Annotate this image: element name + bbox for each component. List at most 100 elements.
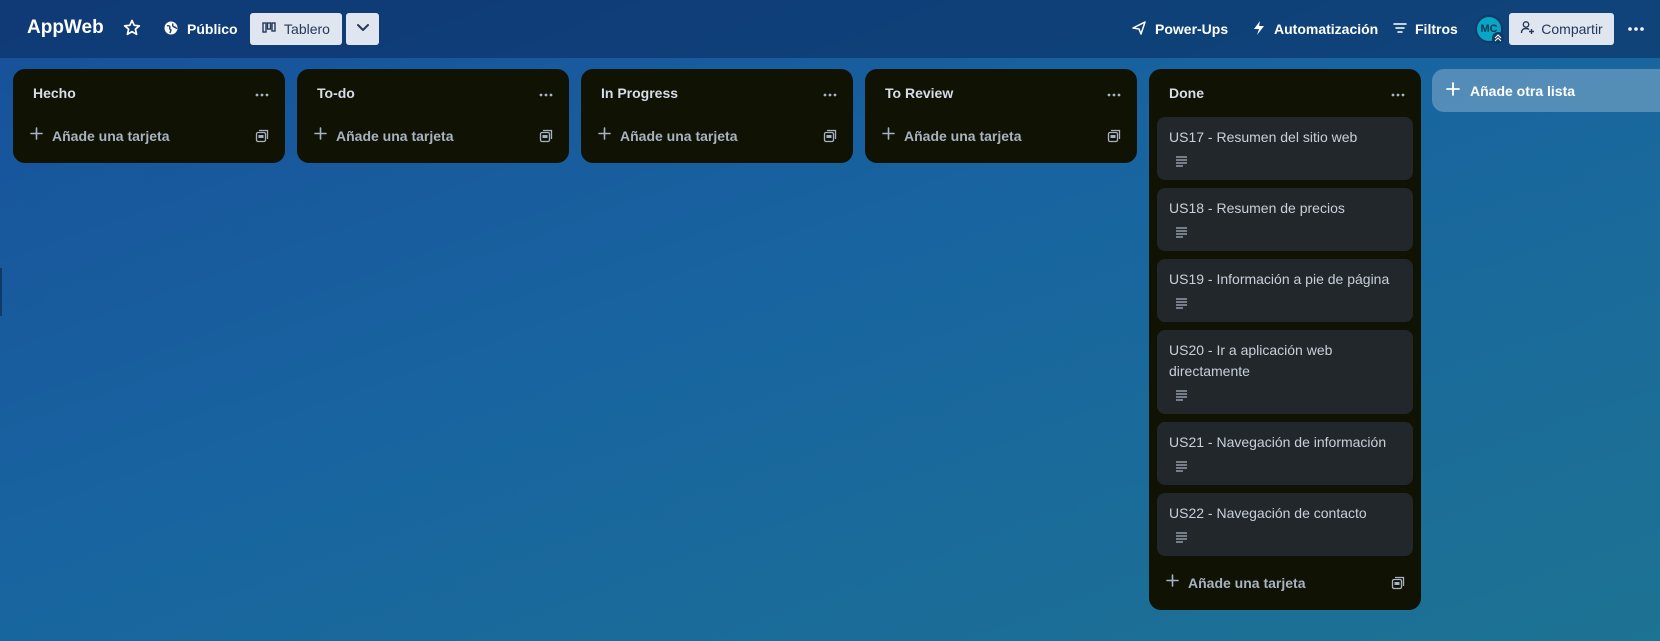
card-title: US21 - Navegación de información: [1169, 434, 1387, 450]
description-icon: [1175, 530, 1188, 547]
description-icon: [1175, 296, 1188, 313]
list-menu-button[interactable]: [1387, 82, 1409, 104]
list-header: To-do: [297, 69, 569, 117]
board-title[interactable]: AppWeb: [27, 17, 104, 39]
board-menu-button[interactable]: [1622, 14, 1650, 42]
lightning-icon: [1252, 20, 1266, 39]
board-icon: [262, 21, 276, 38]
description-icon: [1175, 459, 1188, 476]
scroll-edge: [0, 268, 2, 316]
admin-badge-icon: [1492, 32, 1504, 44]
card-badges: [1169, 459, 1401, 475]
card-badges: [1169, 388, 1401, 404]
card-title: US20 - Ir a aplicación web directamente: [1169, 342, 1333, 379]
list-hecho: Hecho Añade una tarjeta: [13, 69, 285, 163]
card-title: US17 - Resumen del sitio web: [1169, 129, 1358, 145]
plus-icon: [598, 127, 611, 145]
description-icon: [1175, 225, 1188, 242]
add-card-row: Añade una tarjeta: [1149, 564, 1421, 602]
board-view-button[interactable]: Tablero: [250, 13, 342, 45]
board-header: AppWeb Público Tablero Power-Ups Automat…: [0, 0, 1660, 58]
add-card-label: Añade una tarjeta: [336, 128, 454, 144]
share-button[interactable]: Compartir: [1509, 13, 1614, 45]
card-template-icon[interactable]: [253, 127, 271, 145]
list-menu-button[interactable]: [535, 82, 557, 104]
card-badges: [1169, 154, 1401, 170]
add-card-button[interactable]: Añade una tarjeta: [882, 127, 1021, 145]
add-card-row: Añade una tarjeta: [865, 117, 1137, 155]
plus-icon: [1166, 574, 1179, 592]
card[interactable]: US19 - Información a pie de página: [1157, 259, 1413, 322]
plus-icon: [30, 127, 43, 145]
add-list-label: Añade otra lista: [1470, 82, 1576, 99]
plus-icon: [882, 127, 895, 145]
list-title[interactable]: Hecho: [33, 85, 76, 101]
list-title[interactable]: To Review: [885, 85, 953, 101]
plus-icon: [314, 127, 327, 145]
add-card-row: Añade una tarjeta: [297, 117, 569, 155]
more-icon: [1107, 84, 1121, 102]
card-template-icon[interactable]: [537, 127, 555, 145]
description-icon: [1175, 154, 1188, 171]
add-card-button[interactable]: Añade una tarjeta: [314, 127, 453, 145]
list-menu-button[interactable]: [819, 82, 841, 104]
card-template-icon[interactable]: [1389, 574, 1407, 592]
automation-button[interactable]: Automatización: [1252, 17, 1378, 41]
list-in-progress: In Progress Añade una tarjeta: [581, 69, 853, 163]
filters-button[interactable]: Filtros: [1393, 17, 1458, 41]
card[interactable]: US21 - Navegación de información: [1157, 422, 1413, 485]
list-title[interactable]: In Progress: [601, 85, 678, 101]
rocket-icon: [1131, 20, 1147, 39]
visibility-button[interactable]: Público: [163, 17, 238, 41]
list-menu-button[interactable]: [1103, 82, 1125, 104]
add-card-label: Añade una tarjeta: [1188, 575, 1306, 591]
card-list: US17 - Resumen del sitio web US18 - Resum…: [1149, 117, 1421, 556]
card-template-icon[interactable]: [1105, 127, 1123, 145]
list-title[interactable]: To-do: [317, 85, 355, 101]
more-icon: [1627, 19, 1645, 37]
add-person-icon: [1520, 20, 1535, 38]
list-to-review: To Review Añade una tarjeta: [865, 69, 1137, 163]
description-icon: [1175, 388, 1188, 405]
add-card-row: Añade una tarjeta: [13, 117, 285, 155]
card-title: US22 - Navegación de contacto: [1169, 505, 1367, 521]
card-title: US18 - Resumen de precios: [1169, 200, 1345, 216]
plus-icon: [1446, 82, 1460, 99]
visibility-label: Público: [187, 21, 238, 37]
list-header: Hecho: [13, 69, 285, 117]
automation-label: Automatización: [1274, 21, 1379, 37]
more-icon: [823, 84, 837, 102]
list-done: Done US17 - Resumen del sitio web US18 - R…: [1149, 69, 1421, 610]
add-card-button[interactable]: Añade una tarjeta: [30, 127, 169, 145]
card-title: US19 - Información a pie de página: [1169, 271, 1390, 287]
powerups-button[interactable]: Power-Ups: [1131, 17, 1228, 41]
list-title[interactable]: Done: [1169, 85, 1204, 101]
add-list-button[interactable]: Añade otra lista: [1432, 69, 1660, 112]
card[interactable]: US17 - Resumen del sitio web: [1157, 117, 1413, 180]
more-icon: [1391, 84, 1405, 102]
card-badges: [1169, 530, 1401, 546]
card[interactable]: US18 - Resumen de precios: [1157, 188, 1413, 251]
more-icon: [539, 84, 553, 102]
filter-icon: [1393, 21, 1407, 38]
list-to-do: To-do Añade una tarjeta: [297, 69, 569, 163]
card-template-icon[interactable]: [821, 127, 839, 145]
list-header: Done: [1149, 69, 1421, 117]
card[interactable]: US20 - Ir a aplicación web directamente: [1157, 330, 1413, 414]
filters-label: Filtros: [1415, 21, 1458, 37]
list-header: To Review: [865, 69, 1137, 117]
add-card-label: Añade una tarjeta: [620, 128, 738, 144]
view-switcher-button[interactable]: [346, 13, 379, 45]
add-card-row: Añade una tarjeta: [581, 117, 853, 155]
star-icon[interactable]: [122, 18, 142, 38]
card[interactable]: US22 - Navegación de contacto: [1157, 493, 1413, 556]
powerups-label: Power-Ups: [1155, 21, 1229, 37]
add-card-label: Añade una tarjeta: [52, 128, 170, 144]
list-menu-button[interactable]: [251, 82, 273, 104]
add-card-button[interactable]: Añade una tarjeta: [1166, 574, 1305, 592]
more-icon: [255, 84, 269, 102]
add-card-button[interactable]: Añade una tarjeta: [598, 127, 737, 145]
board-view-label: Tablero: [284, 21, 330, 37]
share-label: Compartir: [1541, 21, 1603, 37]
card-badges: [1169, 225, 1401, 241]
